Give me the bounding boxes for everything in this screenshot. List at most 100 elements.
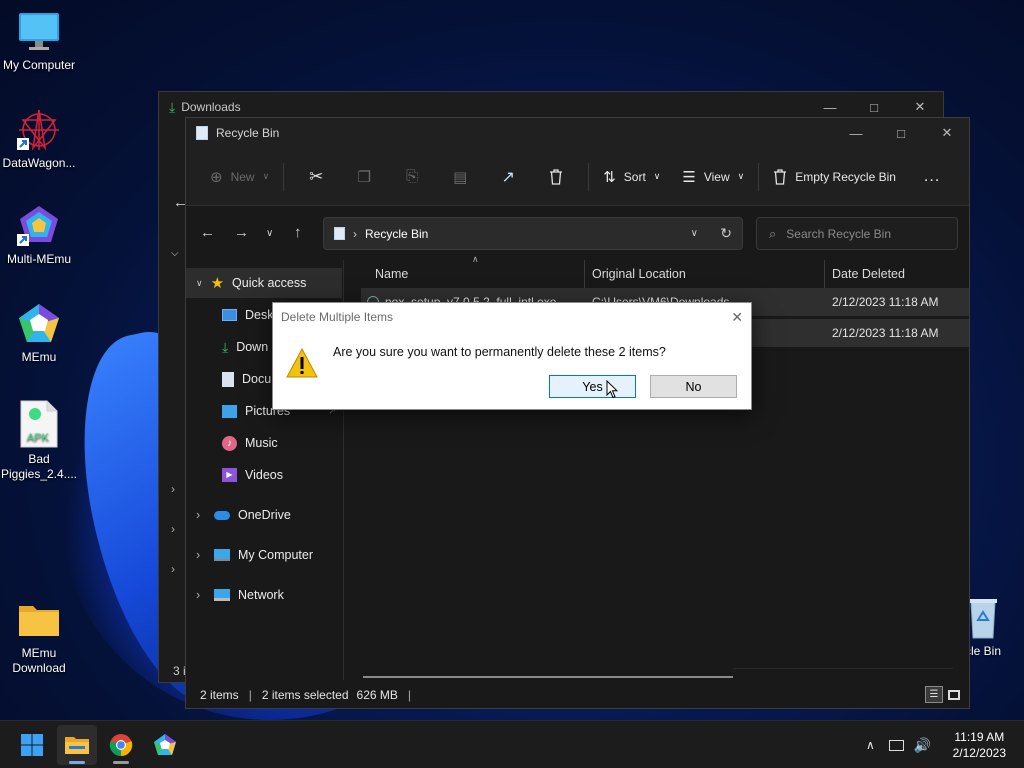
tiles-view-button[interactable] — [945, 686, 963, 703]
copy-icon: ❐ — [357, 168, 371, 186]
column-divider[interactable] — [824, 260, 825, 288]
dialog-titlebar[interactable]: Delete Multiple Items ✕ — [273, 303, 751, 331]
breadcrumb[interactable]: Recycle Bin — [365, 227, 428, 241]
recent-chevron-icon[interactable]: ∨ — [266, 228, 273, 239]
chevron-down-icon: ∨ — [196, 277, 203, 288]
share-button[interactable]: ↗ — [484, 159, 532, 195]
clock-date: 2/12/2023 — [952, 746, 1006, 760]
datawagon-icon — [17, 108, 61, 152]
sidebar-item-downloads[interactable]: ⤓ Down — [222, 332, 268, 362]
sidebar-item-music[interactable]: ♪ Music — [222, 428, 278, 458]
system-tray: ∧ 🔊 — [866, 721, 931, 768]
search-input[interactable]: ⌕ Search Recycle Bin — [756, 217, 958, 250]
up-arrow-icon[interactable]: ↑ — [294, 224, 302, 241]
desktop-icon-my-computer[interactable]: My Computer — [0, 10, 79, 73]
taskbar-memu[interactable] — [145, 725, 185, 765]
videos-icon: ▶ — [222, 468, 237, 482]
start-button[interactable] — [12, 725, 52, 765]
address-bar[interactable]: › Recycle Bin ∨ ↻ — [323, 217, 743, 250]
chevron-up-icon[interactable]: ∧ — [866, 738, 875, 752]
yes-button[interactable]: Yes — [549, 375, 636, 398]
minimize-button[interactable]: — — [833, 118, 879, 148]
downloads-status: 3 i — [173, 664, 186, 678]
recycle-bin-window[interactable]: Recycle Bin — □ ✕ ⊕ New ∨ ✂ ❐ ⎘ ▤ ↗ ⇅ So… — [185, 117, 970, 709]
toolbar-divider — [283, 162, 285, 191]
sidebar-item-network[interactable]: › Network — [196, 580, 284, 610]
music-icon: ♪ — [222, 435, 237, 451]
chevron-down-icon[interactable]: ∨ — [691, 228, 698, 239]
recycle-bin-icon — [774, 168, 787, 185]
view-list-icon: ☰ — [682, 168, 696, 186]
column-divider[interactable] — [584, 260, 585, 288]
sort-button[interactable]: ⇅ Sort ∨ — [597, 159, 666, 195]
apk-file-icon: APK — [19, 400, 59, 448]
sidebar-item-desktop[interactable]: Deskt — [222, 300, 277, 330]
item-count: 2 items — [200, 688, 239, 702]
plus-circle-icon: ⊕ — [210, 168, 223, 186]
recycle-bin-small-icon — [334, 227, 345, 240]
memu-icon — [17, 302, 61, 346]
cut-button[interactable]: ✂ — [292, 159, 340, 195]
multi-memu-icon — [17, 204, 61, 248]
sidebar-item-videos[interactable]: ▶ Videos — [222, 460, 283, 490]
details-view-button[interactable]: ☰ — [925, 686, 943, 703]
dialog-title: Delete Multiple Items — [281, 310, 394, 324]
column-header-original-location[interactable]: Original Location — [592, 260, 686, 288]
close-button[interactable]: ✕ — [924, 118, 970, 148]
clock[interactable]: 11:19 AM 2/12/2023 — [953, 729, 1006, 761]
download-arrow-icon: ⤓ — [169, 98, 176, 115]
delete-confirm-dialog[interactable]: Delete Multiple Items ✕ Are you sure you… — [272, 302, 752, 410]
network-status-icon[interactable] — [888, 739, 904, 751]
desktop-icon-multi-memu[interactable]: Multi-MEmu — [0, 204, 79, 267]
view-button[interactable]: ☰ View ∨ — [676, 159, 750, 195]
document-icon — [222, 371, 234, 387]
chevron-right-icon[interactable]: › — [171, 562, 175, 576]
new-button[interactable]: ⊕ New ∨ — [204, 159, 275, 195]
chevron-right-icon[interactable]: › — [171, 522, 175, 536]
command-bar: ⊕ New ∨ ✂ ❐ ⎘ ▤ ↗ ⇅ Sort ∨ ☰ View ∨ Empt… — [186, 148, 969, 206]
desktop-icon-memu-download[interactable]: MEmu Download — [0, 598, 79, 676]
memu-icon — [154, 734, 176, 755]
chevron-down-icon: ∨ — [653, 171, 661, 181]
maximize-button[interactable]: □ — [878, 118, 924, 148]
chevron-down-icon[interactable]: ⌵ — [171, 248, 179, 259]
horizontal-scrollbar[interactable] — [363, 676, 733, 678]
sort-ascending-icon: ∧ — [472, 254, 479, 264]
recycle-bin-icon — [966, 596, 1000, 640]
refresh-icon[interactable]: ↻ — [720, 225, 732, 242]
no-button[interactable]: No — [650, 375, 737, 398]
windows-logo-icon — [21, 734, 43, 756]
more-options-button[interactable]: ... — [918, 159, 946, 195]
download-arrow-icon: ⤓ — [222, 338, 229, 355]
forward-arrow-icon[interactable]: → — [234, 224, 249, 241]
sidebar-item-my-computer[interactable]: › My Computer — [196, 540, 313, 570]
column-header-date-deleted[interactable]: Date Deleted — [832, 260, 905, 288]
empty-recycle-bin-button[interactable]: Empty Recycle Bin — [767, 159, 902, 195]
desktop-icon-bad-piggies-apk[interactable]: APK Bad Piggies_2.4.... — [0, 400, 79, 482]
rename-icon: ▤ — [453, 168, 468, 186]
taskbar-chrome[interactable] — [101, 725, 141, 765]
column-header-name[interactable]: Name — [375, 260, 408, 288]
rename-button[interactable]: ▤ — [436, 159, 484, 195]
share-icon: ↗ — [501, 168, 515, 186]
sidebar-item-documents[interactable]: Docu — [222, 364, 271, 394]
sidebar-item-onedrive[interactable]: › OneDrive — [196, 500, 291, 530]
taskbar-file-explorer[interactable] — [57, 725, 97, 765]
file-date-deleted: 2/12/2023 11:18 AM — [832, 295, 939, 309]
tiles-view-icon — [948, 689, 960, 700]
volume-icon[interactable]: 🔊 — [914, 737, 931, 754]
monitor-icon — [17, 10, 61, 54]
desktop-icon-datawagon[interactable]: DataWagon... — [0, 108, 79, 171]
back-arrow-icon[interactable]: ← — [200, 224, 215, 241]
toolbar-divider — [588, 162, 590, 191]
clipboard-icon: ⎘ — [406, 168, 419, 185]
desktop-icon-label: MEmu — [21, 350, 57, 364]
desktop-icon-memu[interactable]: MEmu — [0, 302, 79, 365]
copy-button[interactable]: ❐ — [340, 159, 388, 195]
folder-icon — [17, 598, 61, 642]
chevron-right-icon[interactable]: › — [171, 482, 175, 496]
sidebar-item-quick-access[interactable]: ∨ ★ Quick access — [186, 268, 342, 298]
paste-button[interactable]: ⎘ — [388, 159, 436, 195]
close-icon[interactable]: ✕ — [731, 309, 743, 326]
delete-button[interactable] — [532, 159, 580, 195]
